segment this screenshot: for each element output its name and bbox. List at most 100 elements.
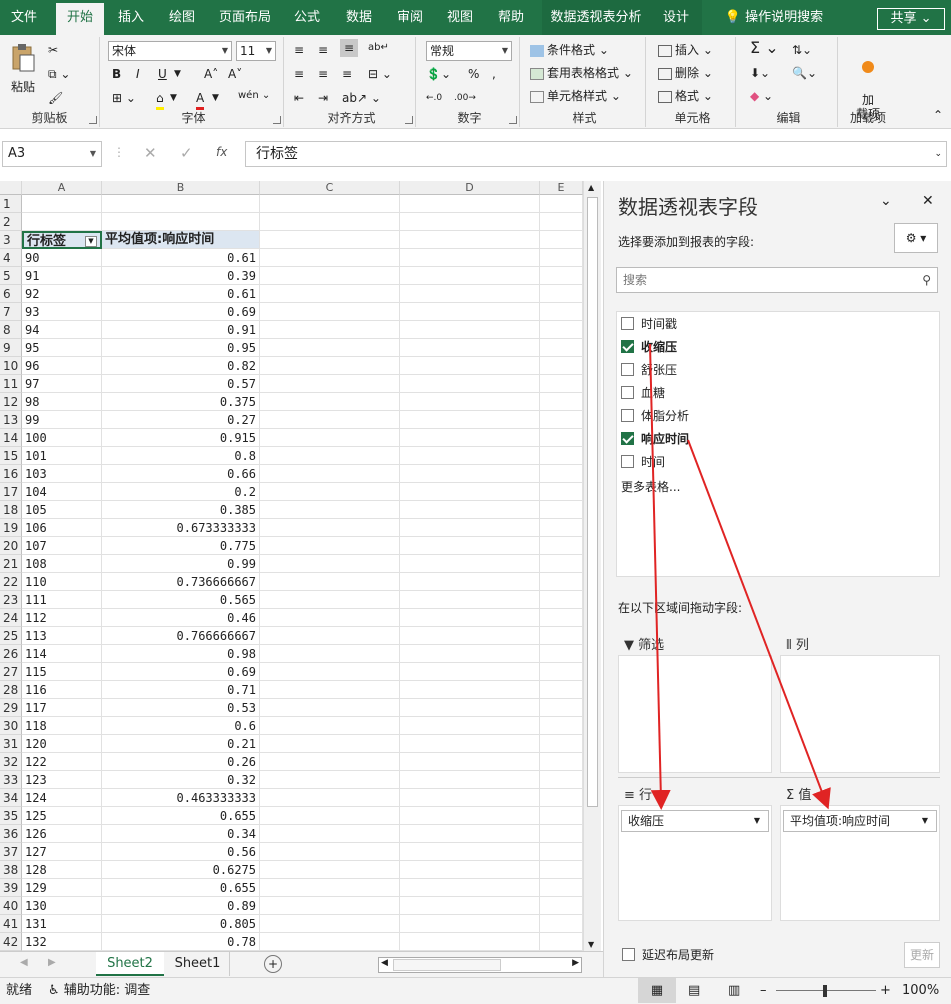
percent-button[interactable]: %	[468, 65, 479, 83]
row-label-cell[interactable]: 100	[22, 429, 102, 447]
select-all[interactable]	[0, 181, 22, 195]
value-cell[interactable]: 0.375	[102, 393, 260, 411]
grid-cell[interactable]	[540, 933, 583, 951]
sort-filter-icon[interactable]: ⇅⌄	[792, 41, 812, 59]
grid-cell[interactable]	[400, 573, 540, 591]
grid-cell[interactable]	[400, 393, 540, 411]
grid-cell[interactable]	[260, 825, 400, 843]
grid-cell[interactable]	[260, 663, 400, 681]
grid-cell[interactable]	[540, 699, 583, 717]
insert-function-button[interactable]: fx	[216, 145, 227, 159]
value-cell[interactable]: 0.27	[102, 411, 260, 429]
row-header[interactable]: 12	[0, 393, 22, 411]
more-tables-link[interactable]: 更多表格...	[621, 478, 680, 495]
comma-icon[interactable]: ,	[492, 65, 496, 83]
sheet-tab[interactable]: Sheet1	[166, 952, 230, 976]
row-header[interactable]: 31	[0, 735, 22, 753]
field-search-input[interactable]: 搜索 ⚲	[616, 267, 938, 293]
row-label-cell[interactable]: 116	[22, 681, 102, 699]
grid-cell[interactable]	[400, 717, 540, 735]
grid-cell[interactable]	[540, 429, 583, 447]
value-cell[interactable]: 0.655	[102, 879, 260, 897]
grid-cell[interactable]	[260, 879, 400, 897]
grid-cell[interactable]	[400, 609, 540, 627]
fill-color-icon[interactable]: ⌂	[156, 89, 164, 110]
zoom-out-icon[interactable]: –	[760, 978, 767, 1004]
grid-cell[interactable]	[260, 483, 400, 501]
row-header[interactable]: 38	[0, 861, 22, 879]
grid-cell[interactable]	[400, 555, 540, 573]
row-label-cell[interactable]: 103	[22, 465, 102, 483]
grid-cell[interactable]	[260, 429, 400, 447]
dialog-launcher-icon[interactable]	[509, 116, 517, 124]
row-header[interactable]: 8	[0, 321, 22, 339]
grid-cell[interactable]	[260, 915, 400, 933]
row-label-cell[interactable]: 101	[22, 447, 102, 465]
row-label-cell[interactable]: 115	[22, 663, 102, 681]
grid-cell[interactable]	[260, 195, 400, 213]
value-cell[interactable]: 0.26	[102, 753, 260, 771]
scroll-thumb[interactable]	[587, 197, 598, 807]
close-icon[interactable]: ✕	[922, 193, 934, 209]
row-header[interactable]: 21	[0, 555, 22, 573]
row-header[interactable]: 27	[0, 663, 22, 681]
row-label-cell[interactable]: 125	[22, 807, 102, 825]
accounting-icon[interactable]: 💲⌄	[426, 65, 451, 83]
row-label-cell[interactable]: 127	[22, 843, 102, 861]
grid-cell[interactable]	[260, 717, 400, 735]
row-label-cell[interactable]: 114	[22, 645, 102, 663]
paste-button[interactable]: 粘贴	[8, 43, 38, 96]
tab-data[interactable]: 数据	[336, 0, 382, 35]
grid-cell[interactable]	[400, 735, 540, 753]
fill-dropdown-icon[interactable]: ▼	[170, 89, 177, 107]
value-cell[interactable]: 0.2	[102, 483, 260, 501]
columns-area[interactable]	[780, 655, 940, 773]
grid-cell[interactable]	[540, 789, 583, 807]
insert-cells-button[interactable]: 插入 ⌄	[658, 41, 713, 59]
field-checkbox[interactable]	[621, 386, 634, 399]
shrink-font-icon[interactable]: A˅	[228, 65, 242, 83]
column-header[interactable]: B	[102, 181, 260, 195]
grid-cell[interactable]	[400, 645, 540, 663]
value-cell[interactable]: 0.655	[102, 807, 260, 825]
decrease-indent-icon[interactable]: ⇤	[294, 89, 304, 107]
values-area[interactable]: 平均值项:响应时间 ▼	[780, 805, 940, 921]
row-header[interactable]: 26	[0, 645, 22, 663]
grid-cell[interactable]	[540, 645, 583, 663]
row-label-cell[interactable]: 124	[22, 789, 102, 807]
row-header[interactable]: 2	[0, 213, 22, 231]
grid-cell[interactable]	[400, 303, 540, 321]
grid-cell[interactable]	[400, 915, 540, 933]
scroll-down-icon[interactable]: ▼	[588, 940, 594, 949]
grid-cell[interactable]	[540, 627, 583, 645]
row-header[interactable]: 11	[0, 375, 22, 393]
bold-button[interactable]: B	[112, 65, 121, 83]
value-cell[interactable]: 0.71	[102, 681, 260, 699]
grid-cell[interactable]	[540, 591, 583, 609]
row-label-cell[interactable]: 108	[22, 555, 102, 573]
format-painter-icon[interactable]: 🖌	[48, 89, 63, 107]
number-format-select[interactable]: 常规 ▼	[426, 41, 512, 61]
update-button[interactable]: 更新	[904, 942, 940, 968]
grow-font-icon[interactable]: A˄	[204, 65, 218, 83]
value-field-pill[interactable]: 平均值项:响应时间 ▼	[783, 810, 937, 832]
grid-cell[interactable]	[260, 681, 400, 699]
row-header[interactable]: 41	[0, 915, 22, 933]
value-cell[interactable]: 0.78	[102, 933, 260, 951]
row-header[interactable]: 29	[0, 699, 22, 717]
grid-cell[interactable]	[260, 465, 400, 483]
row-header[interactable]: 3	[0, 231, 22, 249]
grid-cell[interactable]: 平均值项:响应时间	[102, 231, 260, 249]
cancel-icon[interactable]: ✕	[144, 144, 157, 162]
tab-file[interactable]: 文件	[0, 0, 48, 35]
filter-dropdown-icon[interactable]: ▼	[85, 236, 97, 247]
row-label-cell[interactable]: 106	[22, 519, 102, 537]
scroll-up-icon[interactable]: ▲	[588, 183, 594, 192]
grid-cell[interactable]	[260, 789, 400, 807]
value-cell[interactable]: 0.69	[102, 663, 260, 681]
grid-cell[interactable]	[260, 501, 400, 519]
value-cell[interactable]: 0.385	[102, 501, 260, 519]
tell-me-search[interactable]: 💡 操作说明搜索	[714, 0, 834, 35]
grid-cell[interactable]	[260, 231, 400, 249]
value-cell[interactable]: 0.39	[102, 267, 260, 285]
